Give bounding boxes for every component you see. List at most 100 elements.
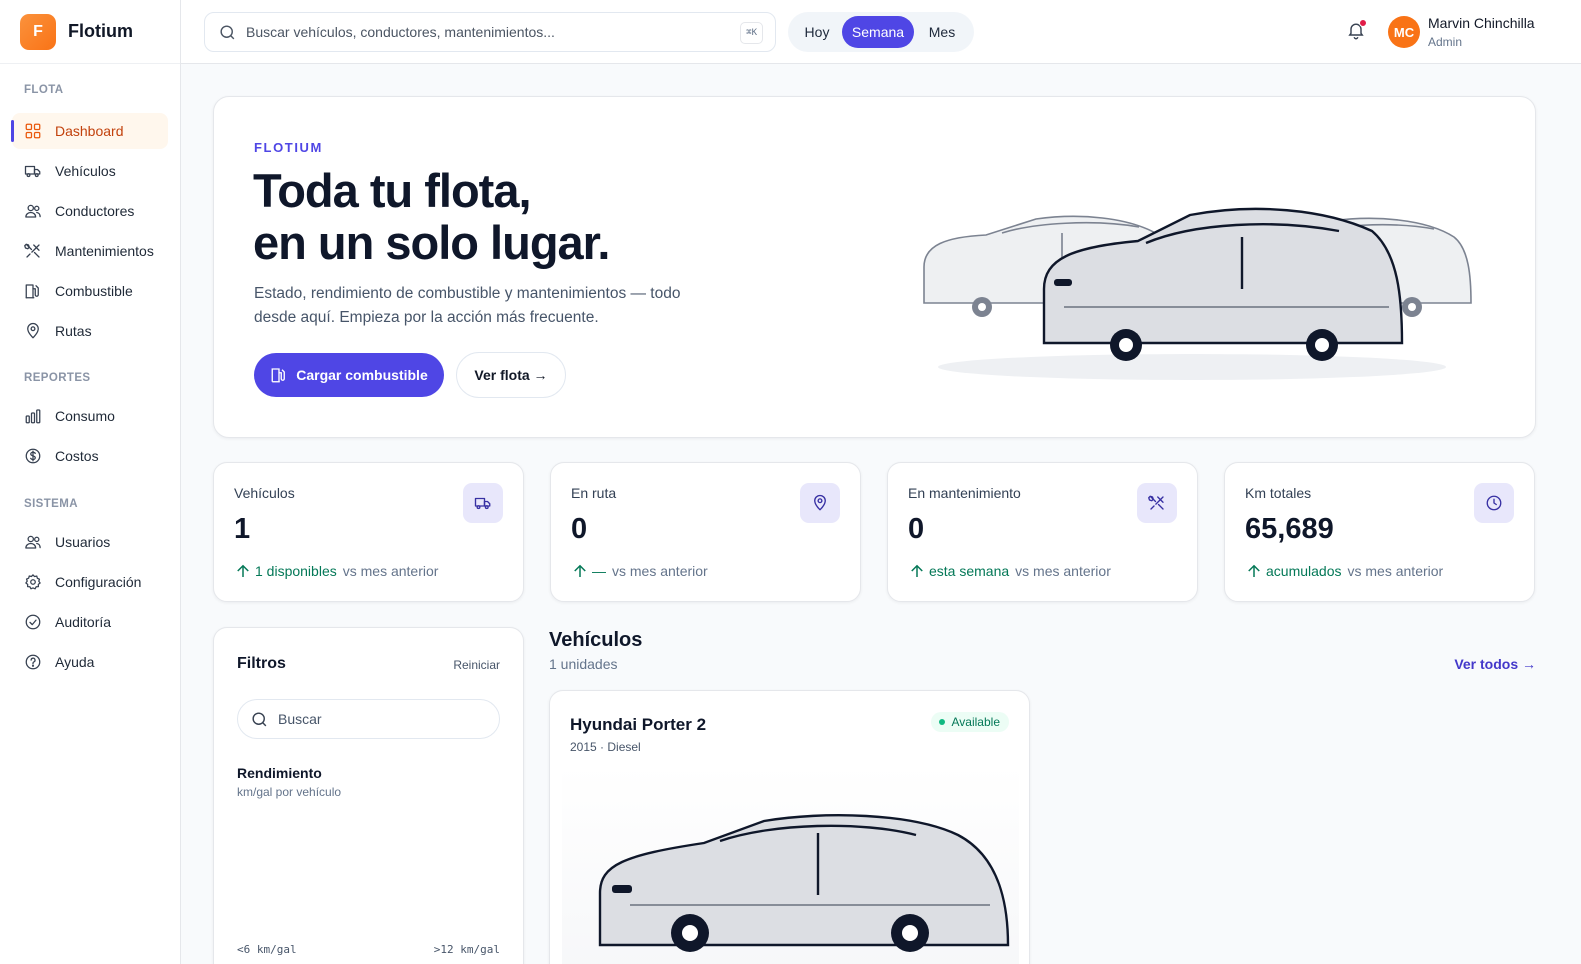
stat-title: En ruta bbox=[571, 485, 617, 501]
stat-icon-badge bbox=[1137, 483, 1177, 523]
status-label: Available bbox=[951, 715, 1000, 729]
fuel-icon bbox=[271, 368, 286, 383]
vehicles-count: 1 unidades bbox=[549, 656, 618, 672]
search-icon bbox=[252, 711, 267, 726]
bar-chart-icon bbox=[25, 409, 41, 424]
truck-icon bbox=[474, 497, 491, 510]
view-fleet-button[interactable]: Ver flota → bbox=[456, 352, 566, 398]
sidebar: F Flotium FLOTA Dashboard Vehículos Cond… bbox=[0, 0, 181, 964]
truck-icon bbox=[24, 165, 41, 178]
hero-description: Estado, rendimiento de combustible y man… bbox=[254, 285, 681, 326]
range-min-label: <6 km/gal bbox=[237, 943, 297, 956]
date-range-toggle: Hoy Semana Mes bbox=[788, 12, 974, 52]
sidebar-item-configuracion[interactable]: Configuración bbox=[12, 564, 168, 600]
brand-name: Flotium bbox=[68, 21, 133, 41]
notification-dot bbox=[1359, 19, 1367, 27]
sidebar-item-label: Combustible bbox=[55, 283, 133, 299]
grid-icon bbox=[25, 123, 41, 139]
sidebar-item-label: Mantenimientos bbox=[55, 243, 154, 259]
stat-delta: — vs mes anterior bbox=[571, 562, 708, 580]
topbar: Buscar vehículos, conductores, mantenimi… bbox=[181, 0, 1581, 64]
hero-card: FLOTIUM Toda tu flota, en un solo lugar.… bbox=[213, 96, 1536, 438]
brand[interactable]: F Flotium bbox=[0, 0, 180, 64]
map-pin-icon bbox=[814, 494, 826, 511]
vehicle-card[interactable]: Hyundai Porter 2 2015 · Diesel Available bbox=[549, 690, 1030, 964]
arrow-up-icon bbox=[237, 564, 249, 577]
nav-section-sistema: SISTEMA bbox=[24, 498, 78, 510]
stat-delta-value: — bbox=[592, 563, 606, 579]
sidebar-item-conductores[interactable]: Conductores bbox=[12, 193, 168, 229]
stat-value: 65,689 bbox=[1245, 513, 1334, 545]
stat-comparison: vs mes anterior bbox=[1347, 563, 1444, 579]
hero-eyebrow: FLOTIUM bbox=[254, 140, 323, 155]
nav-section-flota: FLOTA bbox=[24, 84, 64, 96]
stat-delta-value: esta semana bbox=[929, 563, 1010, 579]
vehicle-meta: 2015 · Diesel bbox=[570, 740, 641, 754]
sidebar-item-label: Costos bbox=[55, 448, 99, 464]
range-option-hoy[interactable]: Hoy bbox=[792, 16, 842, 48]
sidebar-item-rutas[interactable]: Rutas bbox=[12, 313, 168, 349]
stat-delta: esta semana vs mes anterior bbox=[908, 562, 1111, 580]
stat-title: Vehículos bbox=[234, 485, 295, 501]
stat-delta: acumulados vs mes anterior bbox=[1245, 562, 1443, 580]
global-search-input[interactable]: Buscar vehículos, conductores, mantenimi… bbox=[204, 12, 776, 52]
vehicle-image bbox=[562, 765, 1019, 964]
sidebar-item-dashboard[interactable]: Dashboard bbox=[11, 113, 168, 149]
sidebar-item-costos[interactable]: Costos bbox=[12, 438, 168, 474]
load-fuel-label: Cargar combustible bbox=[296, 367, 428, 383]
sidebar-item-label: Conductores bbox=[55, 203, 135, 219]
brand-logo: F bbox=[20, 13, 56, 50]
fuel-icon bbox=[25, 284, 39, 299]
sidebar-item-label: Dashboard bbox=[55, 123, 124, 139]
stat-value: 0 bbox=[571, 513, 588, 545]
stat-card-vehiculos[interactable]: Vehículos 1 1 disponibles vs mes anterio… bbox=[213, 462, 524, 602]
stat-icon-badge bbox=[800, 483, 840, 523]
notifications-button[interactable] bbox=[1346, 19, 1368, 42]
sidebar-item-label: Consumo bbox=[55, 408, 115, 424]
stat-title: En mantenimiento bbox=[908, 485, 1021, 501]
car-illustration bbox=[598, 814, 1010, 952]
range-option-mes[interactable]: Mes bbox=[914, 16, 970, 48]
filters-title: Filtros bbox=[237, 655, 286, 672]
view-all-vehicles-link[interactable]: Ver todos → bbox=[1454, 656, 1536, 672]
stat-card-en-ruta[interactable]: En ruta 0 — vs mes anterior bbox=[550, 462, 861, 602]
range-option-semana[interactable]: Semana bbox=[842, 16, 914, 48]
fleet-illustration bbox=[923, 207, 1472, 380]
sidebar-item-auditoria[interactable]: Auditoría bbox=[12, 604, 168, 640]
vehicles-section-title: Vehículos bbox=[549, 629, 643, 651]
user-name[interactable]: Marvin Chinchilla bbox=[1428, 15, 1535, 31]
sidebar-item-usuarios[interactable]: Usuarios bbox=[12, 524, 168, 560]
reset-filters-button[interactable]: Reiniciar bbox=[453, 658, 500, 672]
sidebar-item-label: Rutas bbox=[55, 323, 92, 339]
search-placeholder: Buscar vehículos, conductores, mantenimi… bbox=[246, 24, 555, 40]
filters-panel: Filtros Reiniciar Buscar Rendimiento km/… bbox=[213, 627, 524, 964]
stat-value: 1 bbox=[234, 513, 251, 545]
stat-card-mantenimiento[interactable]: En mantenimiento 0 esta semana vs mes an… bbox=[887, 462, 1198, 602]
users-icon bbox=[25, 535, 41, 549]
shortcut-hint: ⌘K bbox=[740, 22, 763, 44]
user-role: Admin bbox=[1428, 35, 1463, 49]
nav-section-reportes: REPORTES bbox=[24, 372, 91, 384]
avatar[interactable]: MC bbox=[1388, 16, 1420, 48]
stat-card-km-totales[interactable]: Km totales 65,689 acumulados vs mes ante… bbox=[1224, 462, 1535, 602]
stat-comparison: vs mes anterior bbox=[1015, 563, 1111, 579]
status-badge: Available bbox=[930, 712, 1009, 732]
performance-filter-subtitle: km/gal por vehículo bbox=[237, 785, 342, 799]
load-fuel-button[interactable]: Cargar combustible bbox=[254, 353, 444, 397]
stat-title: Km totales bbox=[1245, 485, 1312, 501]
sidebar-item-label: Usuarios bbox=[55, 534, 111, 550]
sidebar-item-combustible[interactable]: Combustible bbox=[12, 273, 168, 309]
dollar-icon bbox=[25, 448, 41, 464]
arrow-up-icon bbox=[911, 564, 923, 577]
sidebar-item-mantenimientos[interactable]: Mantenimientos bbox=[12, 233, 168, 269]
gear-icon bbox=[25, 574, 41, 590]
check-circle-icon bbox=[25, 614, 41, 630]
stat-comparison: vs mes anterior bbox=[612, 563, 708, 579]
filter-search-input[interactable]: Buscar bbox=[237, 699, 500, 739]
sidebar-item-consumo[interactable]: Consumo bbox=[12, 398, 168, 434]
search-icon bbox=[220, 24, 235, 39]
sidebar-item-vehiculos[interactable]: Vehículos bbox=[12, 153, 168, 189]
sidebar-item-ayuda[interactable]: Ayuda bbox=[12, 644, 168, 680]
sidebar-item-label: Ayuda bbox=[55, 654, 95, 670]
arrow-up-icon bbox=[574, 564, 586, 577]
